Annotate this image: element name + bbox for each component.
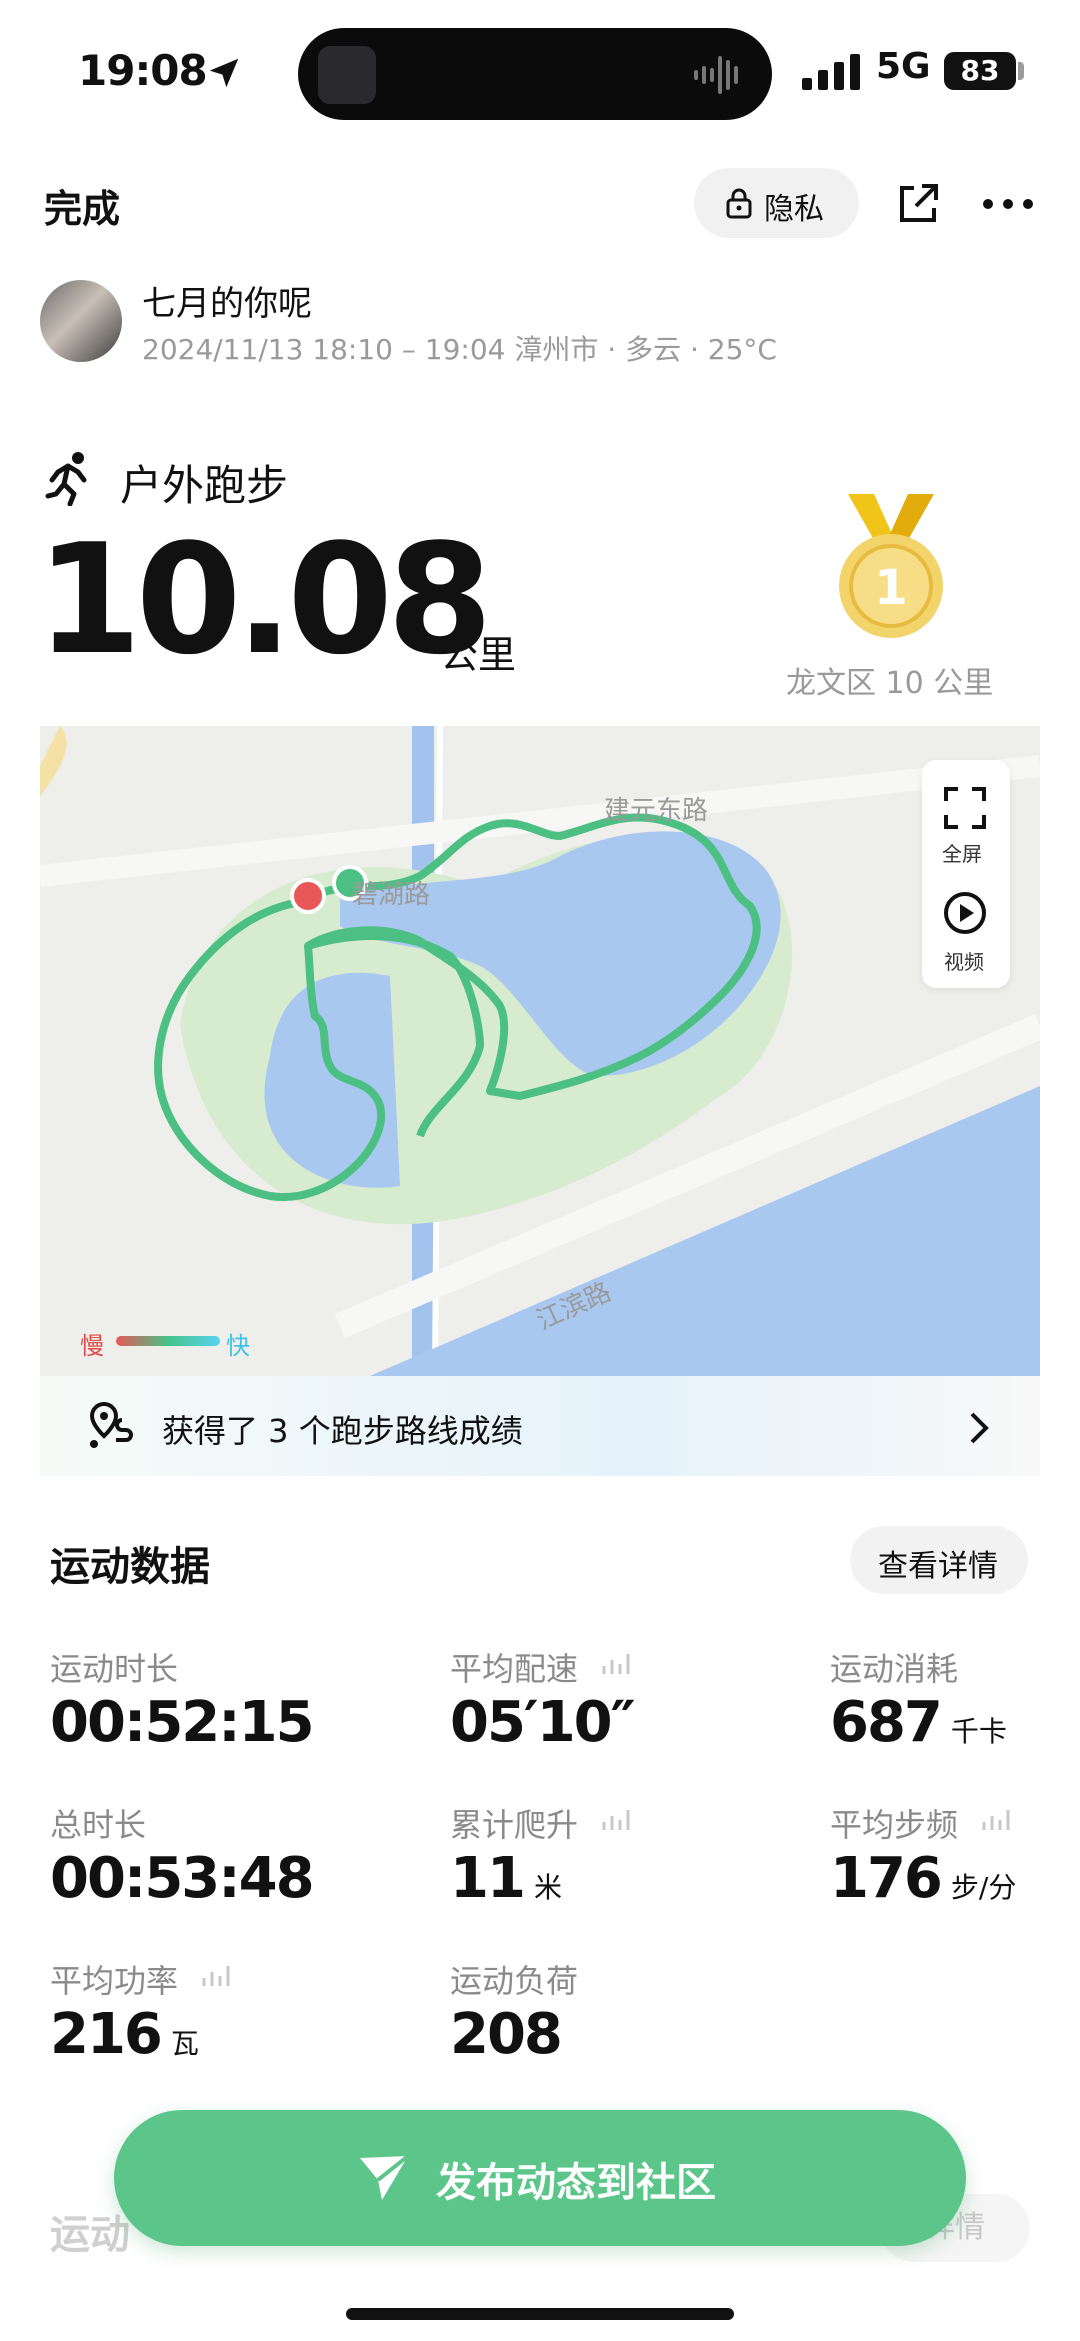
stat-label-cadence: 平均步频 <box>830 1806 959 1844</box>
done-button[interactable]: 完成 <box>44 178 120 233</box>
audio-waveform-icon <box>694 56 738 94</box>
privacy-label: 隐私 <box>764 192 824 227</box>
video-label[interactable]: 视频 <box>944 946 984 975</box>
trend-chart-icon <box>982 1810 1010 1830</box>
map-road-yellow <box>40 726 67 796</box>
stat-unit-calories: 千卡 <box>950 1715 1007 1748</box>
stat-label-power: 平均功率 <box>50 1962 179 2000</box>
share-icon[interactable] <box>896 182 940 226</box>
fullscreen-label[interactable]: 全屏 <box>942 838 982 867</box>
stat-value-training-load: 208 <box>450 2002 563 2067</box>
location-arrow-icon <box>209 58 239 88</box>
more-options-icon[interactable] <box>982 186 1034 222</box>
battery-tip <box>1018 62 1024 80</box>
network-type: 5G <box>876 46 931 87</box>
stat-unit-elevation: 米 <box>533 1871 562 1904</box>
map-canvas <box>40 726 1040 1376</box>
avatar[interactable] <box>40 280 122 362</box>
trend-chart-icon <box>202 1966 230 1986</box>
distance-unit: 公里 <box>440 633 517 677</box>
battery-indicator: 83 <box>944 52 1016 90</box>
route-achievement-text: 获得了 3 个跑步路线成绩 <box>162 1412 523 1450</box>
stat-value-pace: 05′10″ <box>450 1690 636 1755</box>
route-map[interactable]: 建元东路 碧湖路 江滨路 <box>40 726 1040 1376</box>
route-end-marker <box>290 878 326 914</box>
stat-unit-cadence: 步/分 <box>950 1871 1017 1904</box>
stat-label-pace: 平均配速 <box>450 1650 579 1688</box>
publish-label: 发布动态到社区 <box>436 2160 716 2206</box>
fullscreen-icon[interactable] <box>942 785 988 831</box>
home-indicator[interactable] <box>346 2308 734 2320</box>
legend-slow-label: 慢 <box>80 1332 104 1360</box>
activity-type: 户外跑步 <box>120 461 289 510</box>
stat-value-cadence: 176 步/分 <box>830 1846 1017 1911</box>
medal-label: 龙文区 10 公里 <box>786 666 994 701</box>
stat-label-duration: 运动时长 <box>50 1650 179 1688</box>
cell-signal-icon <box>802 54 860 90</box>
stat-label-training-load: 运动负荷 <box>450 1962 579 2000</box>
username: 七月的你呢 <box>142 284 312 324</box>
running-person-icon <box>45 452 87 506</box>
stat-label-elevation: 累计爬升 <box>450 1806 579 1844</box>
stat-label-calories: 运动消耗 <box>830 1650 959 1688</box>
activity-meta: 2024/11/13 18:10 – 19:04 漳州市 · 多云 · 25°C <box>142 333 777 366</box>
trend-chart-icon <box>602 1654 630 1674</box>
road-label-jianyuan: 建元东路 <box>604 796 709 826</box>
legend-fast-label: 快 <box>226 1332 250 1360</box>
distance-value: 10.08 <box>36 511 493 688</box>
speed-gradient-legend <box>116 1336 220 1346</box>
stat-label-total-time: 总时长 <box>50 1806 147 1844</box>
stat-value-power: 216 瓦 <box>50 2002 199 2067</box>
stat-value-duration: 00:52:15 <box>50 1690 315 1755</box>
gold-medal-icon[interactable]: 1 <box>836 494 946 644</box>
route-pin-icon <box>89 1401 133 1448</box>
stats-section-title: 运动数据 <box>50 1544 210 1590</box>
chevron-right-icon <box>970 1412 989 1444</box>
play-video-icon[interactable] <box>942 890 988 936</box>
medal-number: 1 <box>874 560 907 616</box>
island-app-icon <box>318 46 376 104</box>
lock-icon <box>726 188 752 219</box>
view-details-label: 查看详情 <box>878 1549 998 1584</box>
send-icon <box>360 2154 410 2200</box>
stat-value-total-time: 00:53:48 <box>50 1846 315 1911</box>
status-time: 19:08 <box>78 46 208 95</box>
road-label-bihu: 碧湖路 <box>352 880 431 910</box>
stat-unit-power: 瓦 <box>170 2027 199 2060</box>
next-section-title: 运动 <box>50 2212 130 2258</box>
trend-chart-icon <box>602 1810 630 1830</box>
stat-value-elevation: 11 米 <box>450 1846 562 1911</box>
stat-value-calories: 687 千卡 <box>830 1690 1007 1755</box>
